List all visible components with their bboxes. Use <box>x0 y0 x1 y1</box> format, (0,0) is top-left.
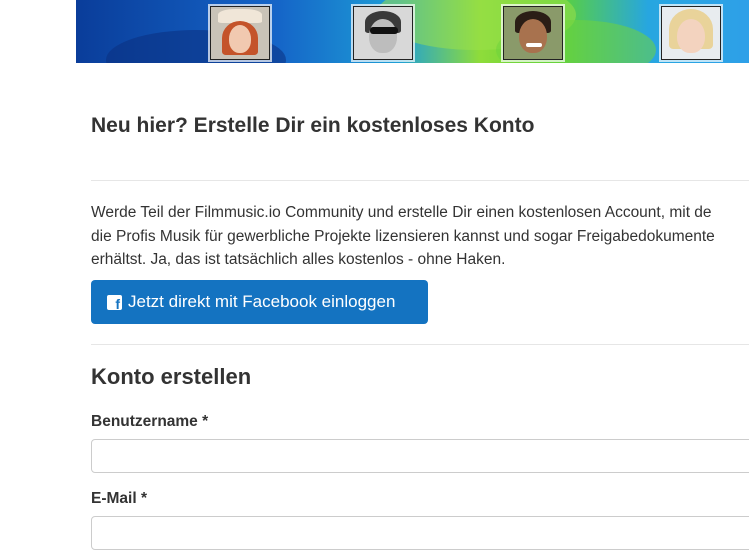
facebook-login-button[interactable]: f Jetzt direkt mit Facebook einloggen <box>91 280 428 324</box>
intro-line: erhältst. Ja, das ist tatsächlich alles … <box>91 251 506 268</box>
intro-line: die Profis Musik für gewerbliche Projekt… <box>91 227 715 245</box>
facebook-login-label: Jetzt direkt mit Facebook einloggen <box>128 292 396 311</box>
username-label: Benutzername * <box>91 413 209 430</box>
facebook-icon: f <box>107 294 122 312</box>
email-input[interactable] <box>91 516 749 550</box>
header-banner <box>76 0 749 63</box>
intro-text: Werde Teil der Filmmusic.io Community un… <box>91 201 749 272</box>
avatar <box>661 6 721 60</box>
email-label: E-Mail * <box>91 490 147 507</box>
intro-line: Werde Teil der Filmmusic.io Community un… <box>91 204 712 221</box>
divider <box>91 180 749 181</box>
avatar <box>503 6 563 60</box>
avatar <box>210 6 270 60</box>
divider <box>91 344 749 345</box>
page-title: Neu hier? Erstelle Dir ein kostenloses K… <box>91 114 535 137</box>
avatar <box>353 6 413 60</box>
username-input[interactable] <box>91 439 749 473</box>
section-title: Konto erstellen <box>91 364 252 389</box>
